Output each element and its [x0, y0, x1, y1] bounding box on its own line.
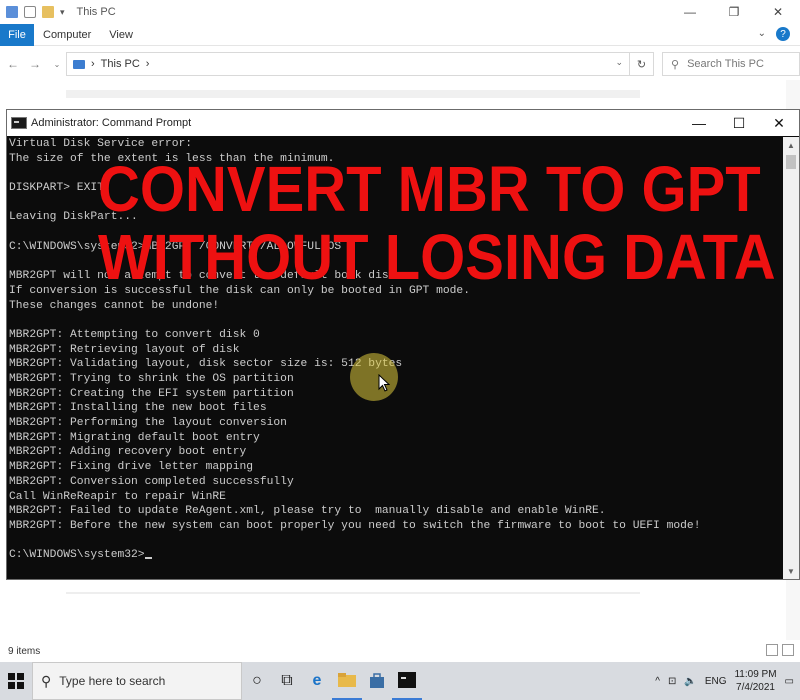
- console-line: MBR2GPT: Fixing drive letter mapping: [9, 461, 254, 474]
- console-line: These changes cannot be undone!: [9, 299, 220, 312]
- explorer-content-divider: [66, 592, 640, 594]
- tab-view[interactable]: View: [100, 29, 142, 41]
- new-folder-icon[interactable]: [42, 6, 54, 18]
- address-dropdown-icon[interactable]: ⌄: [615, 57, 623, 68]
- cmd-icon[interactable]: [11, 117, 27, 129]
- search-box[interactable]: ⚲ Search This PC: [662, 52, 800, 76]
- edge-icon[interactable]: e: [302, 662, 332, 700]
- cmd-titlebar[interactable]: Administrator: Command Prompt — ☐ ✕: [7, 110, 799, 136]
- cmd-maximize-button[interactable]: ☐: [719, 110, 759, 136]
- taskbar-search[interactable]: ⚲ Type here to search: [32, 662, 242, 700]
- store-icon[interactable]: [362, 662, 392, 700]
- show-hidden-icons-icon[interactable]: ^: [655, 676, 660, 687]
- recent-locations-icon[interactable]: ⌄: [48, 60, 66, 69]
- console-line: MBR2GPT: Installing the new boot files: [9, 402, 267, 415]
- mouse-highlight: [350, 353, 398, 401]
- taskbar: ⚲ Type here to search ○ ⧉ e ^ ⊡ 🔈 ENG 11…: [0, 662, 800, 700]
- search-input[interactable]: Search This PC: [687, 58, 764, 70]
- refresh-icon[interactable]: ↻: [629, 53, 653, 75]
- navigation-bar: ← → ⌄ ↑ › This PC › ⌄ ↻ ⚲ Search This PC: [0, 48, 800, 80]
- console-line: MBR2GPT: Attempting to convert disk 0: [9, 328, 260, 341]
- quick-access-toolbar: ▾: [0, 6, 65, 18]
- view-toggles: [766, 644, 794, 656]
- console-line: MBR2GPT: Creating the EFI system partiti…: [9, 387, 294, 400]
- explorer-content-header: [66, 90, 640, 98]
- console-line: MBR2GPT: Migrating default boot entry: [9, 431, 260, 444]
- console-line: MBR2GPT: Retrieving layout of disk: [9, 343, 240, 356]
- explorer-window-controls: — ❐ ✕: [668, 0, 800, 24]
- cmd-title: Administrator: Command Prompt: [31, 117, 192, 129]
- console-cursor: [144, 557, 152, 560]
- tab-computer[interactable]: Computer: [34, 29, 100, 41]
- clock-time: 11:09 PM: [734, 669, 777, 680]
- console-line: C:\WINDOWS\system32>: [9, 548, 785, 563]
- maximize-button[interactable]: ❐: [712, 0, 756, 24]
- cortana-icon[interactable]: ○: [242, 662, 272, 700]
- large-icons-view-icon[interactable]: [782, 644, 794, 656]
- address-separator: ›: [91, 58, 95, 70]
- system-tray: ^ ⊡ 🔈 ENG 11:09 PM 7/4/2021 ▭: [655, 662, 800, 700]
- ribbon-expand-icon[interactable]: ⌄: [758, 28, 766, 39]
- console-line: Virtual Disk Service error:: [9, 138, 193, 150]
- overlay-line-1: CONVERT MBR TO GPT: [98, 153, 761, 226]
- address-bar[interactable]: › This PC › ⌄ ↻: [66, 52, 654, 76]
- scroll-thumb[interactable]: [786, 155, 796, 169]
- item-count: 9 items: [8, 645, 41, 657]
- minimize-button[interactable]: —: [668, 0, 712, 24]
- notifications-icon[interactable]: ▭: [785, 676, 794, 687]
- console-line: MBR2GPT: Before the new system can boot …: [9, 519, 701, 532]
- cmd-minimize-button[interactable]: —: [679, 110, 719, 136]
- tab-file[interactable]: File: [0, 23, 34, 46]
- quick-access-dropdown-icon[interactable]: ▾: [60, 7, 65, 18]
- video-title-overlay: CONVERT MBR TO GPT WITHOUT LOSING DATA: [98, 153, 778, 294]
- details-view-icon[interactable]: [766, 644, 778, 656]
- explorer-title: This PC: [76, 6, 116, 18]
- explorer-titlebar: ▾ This PC — ❐ ✕: [0, 0, 800, 24]
- search-icon: ⚲: [671, 58, 680, 71]
- folder-icon[interactable]: [6, 6, 18, 18]
- console-line: Call WinReReapir to repair WinRE: [9, 490, 226, 503]
- back-arrow-icon[interactable]: ←: [4, 57, 22, 71]
- this-pc-icon: [73, 59, 85, 69]
- address-path[interactable]: This PC: [101, 58, 140, 70]
- forward-arrow-icon[interactable]: →: [26, 57, 44, 71]
- console-line: MBR2GPT: Failed to update ReAgent.xml, p…: [9, 505, 606, 518]
- language-indicator[interactable]: ENG: [705, 676, 727, 687]
- windows-start-icon[interactable]: [0, 662, 32, 700]
- cmd-taskbar-icon[interactable]: [392, 662, 422, 700]
- clock[interactable]: 11:09 PM 7/4/2021: [734, 668, 776, 694]
- cmd-close-button[interactable]: ✕: [759, 110, 799, 136]
- mouse-pointer-icon: [378, 374, 390, 392]
- file-explorer-icon[interactable]: [332, 662, 362, 700]
- close-button[interactable]: ✕: [756, 0, 800, 24]
- taskbar-search-input[interactable]: Type here to search: [59, 674, 165, 688]
- network-icon[interactable]: ⊡: [668, 676, 676, 687]
- help-icon[interactable]: ?: [776, 27, 790, 41]
- address-trail-separator: ›: [145, 58, 150, 70]
- volume-icon[interactable]: 🔈: [684, 676, 696, 687]
- clock-date: 7/4/2021: [736, 682, 775, 693]
- console-line: MBR2GPT: Adding recovery boot entry: [9, 446, 247, 459]
- scroll-down-icon[interactable]: ▼: [783, 563, 799, 579]
- search-icon: ⚲: [41, 672, 52, 689]
- ribbon-tabs: File Computer View ⌄ ?: [0, 23, 800, 46]
- console-line: MBR2GPT: Conversion completed successful…: [9, 475, 294, 488]
- cmd-scrollbar[interactable]: ▲ ▼: [783, 137, 799, 579]
- scroll-up-icon[interactable]: ▲: [783, 137, 799, 153]
- explorer-statusbar: 9 items: [0, 640, 800, 662]
- cmd-window-controls: — ☐ ✕: [679, 110, 799, 136]
- task-view-icon[interactable]: ⧉: [272, 662, 302, 700]
- properties-icon[interactable]: [24, 6, 36, 18]
- console-line: MBR2GPT: Performing the layout conversio…: [9, 417, 287, 430]
- overlay-line-2: WITHOUT LOSING DATA: [98, 222, 776, 294]
